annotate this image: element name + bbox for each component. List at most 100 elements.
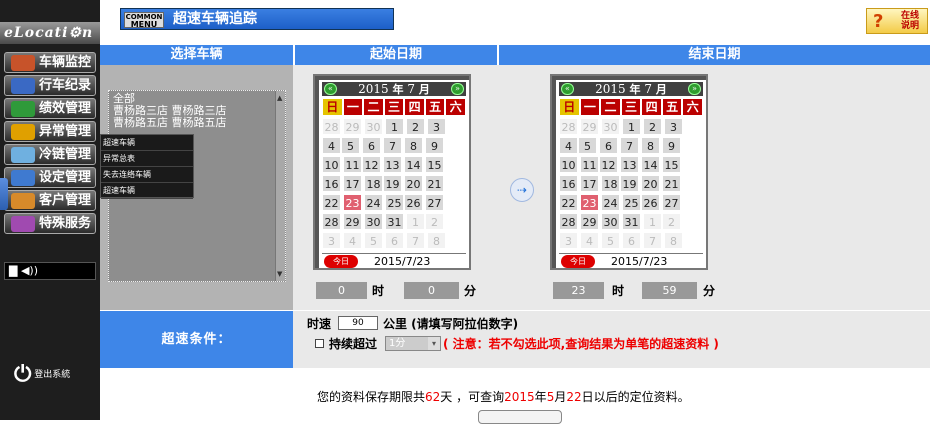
flyout-menu-item[interactable]: 超速车辆 <box>101 135 193 151</box>
calendar-day[interactable]: 25 <box>622 194 641 211</box>
calendar-day[interactable]: 6 <box>385 232 404 249</box>
flyout-menu-item[interactable]: 失去连络车辆 <box>101 167 193 183</box>
calendar-day[interactable]: 16 <box>559 175 578 192</box>
calendar-day[interactable]: 26 <box>641 194 660 211</box>
calendar-day[interactable]: 12 <box>599 156 618 173</box>
sidebar-item-4[interactable]: 冷链管理 <box>4 144 96 165</box>
calendar-day[interactable]: 16 <box>322 175 341 192</box>
calendar-day[interactable]: 7 <box>620 137 639 154</box>
end-minute-input[interactable]: 59 <box>642 282 697 299</box>
calendar-day[interactable]: 15 <box>425 156 444 173</box>
next-month-icon[interactable]: » <box>688 83 701 95</box>
calendar-day[interactable]: 13 <box>383 156 402 173</box>
calendar-day[interactable]: 1 <box>622 118 641 135</box>
calendar-day[interactable]: 30 <box>364 213 383 230</box>
calendar-day[interactable]: 29 <box>580 118 599 135</box>
today-button[interactable]: 今日 <box>561 255 595 268</box>
calendar-day[interactable]: 1 <box>385 118 404 135</box>
calendar-day[interactable]: 6 <box>622 232 641 249</box>
calendar-day[interactable]: 10 <box>322 156 341 173</box>
calendar-day[interactable]: 8 <box>404 137 423 154</box>
calendar-day[interactable]: 29 <box>343 118 362 135</box>
sidebar-item-0[interactable]: 车辆监控 <box>4 52 96 73</box>
calendar-day[interactable]: 11 <box>343 156 362 173</box>
calendar-day[interactable]: 3 <box>664 118 683 135</box>
menu-badge[interactable]: COMMON MENU <box>124 12 164 29</box>
calendar-day[interactable]: 26 <box>404 194 423 211</box>
calendar-day[interactable]: 31 <box>622 213 641 230</box>
speed-input[interactable]: 90 <box>338 316 378 330</box>
sidebar-item-1[interactable]: 行车纪录 <box>4 75 96 96</box>
calendar-day[interactable]: 14 <box>641 156 660 173</box>
calendar-day[interactable]: 8 <box>641 137 660 154</box>
calendar-day[interactable]: 29 <box>580 213 599 230</box>
calendar-day[interactable]: 2 <box>662 213 681 230</box>
calendar-day[interactable]: 30 <box>601 118 620 135</box>
calendar-day[interactable]: 4 <box>343 232 362 249</box>
calendar-day[interactable]: 29 <box>343 213 362 230</box>
logout-button[interactable]: ⏻ 登出系統 <box>14 362 96 387</box>
calendar-day[interactable]: 8 <box>664 232 683 249</box>
sidebar-item-7[interactable]: 特殊服务 <box>4 213 96 234</box>
calendar-day[interactable]: 3 <box>427 118 446 135</box>
calendar-day[interactable]: 12 <box>362 156 381 173</box>
calendar-day[interactable]: 5 <box>601 232 620 249</box>
calendar-day[interactable]: 24 <box>601 194 620 211</box>
sidebar-item-3[interactable]: 异常管理 <box>4 121 96 142</box>
continuous-checkbox[interactable] <box>315 339 324 348</box>
end-hour-input[interactable]: 23 <box>553 282 604 299</box>
start-hour-input[interactable]: 0 <box>316 282 367 299</box>
calendar-day[interactable]: 30 <box>364 118 383 135</box>
calendar-day[interactable]: 20 <box>404 175 423 192</box>
calendar-day[interactable]: 2 <box>425 213 444 230</box>
sidebar-item-6[interactable]: 客户管理 <box>4 190 96 211</box>
calendar-day[interactable]: 14 <box>404 156 423 173</box>
calendar-day[interactable]: 17 <box>343 175 362 192</box>
calendar-day[interactable]: 28 <box>322 213 341 230</box>
calendar-day[interactable]: 4 <box>559 137 578 154</box>
calendar-day[interactable]: 18 <box>364 175 383 192</box>
calendar-day[interactable]: 21 <box>662 175 681 192</box>
sidebar-item-2[interactable]: 绩效管理 <box>4 98 96 119</box>
calendar-day[interactable]: 5 <box>578 137 597 154</box>
calendar-day[interactable]: 10 <box>559 156 578 173</box>
calendar-day[interactable]: 11 <box>580 156 599 173</box>
calendar-day[interactable]: 27 <box>425 194 444 211</box>
calendar-day[interactable]: 9 <box>425 137 444 154</box>
calendar-day[interactable]: 9 <box>662 137 681 154</box>
today-button[interactable]: 今日 <box>324 255 358 268</box>
calendar-day[interactable]: 23 <box>580 194 599 211</box>
calendar-day[interactable]: 22 <box>559 194 578 211</box>
calendar-day[interactable]: 20 <box>641 175 660 192</box>
calendar-day[interactable]: 17 <box>580 175 599 192</box>
calendar-day[interactable]: 31 <box>385 213 404 230</box>
sidebar-item-5[interactable]: 设定管理 <box>4 167 96 188</box>
calendar-day[interactable]: 6 <box>362 137 381 154</box>
calendar-day[interactable]: 8 <box>427 232 446 249</box>
calendar-day[interactable]: 24 <box>364 194 383 211</box>
prev-month-icon[interactable]: « <box>324 83 337 95</box>
duration-select[interactable]: 1分 ▾ <box>385 336 441 351</box>
calendar-day[interactable]: 22 <box>322 194 341 211</box>
flyout-menu-item[interactable]: 超速车辆 <box>101 183 193 199</box>
calendar-day[interactable]: 3 <box>322 232 341 249</box>
prev-month-icon[interactable]: « <box>561 83 574 95</box>
calendar-day[interactable]: 23 <box>343 194 362 211</box>
calendar-day[interactable]: 6 <box>599 137 618 154</box>
calendar-day[interactable]: 30 <box>601 213 620 230</box>
calendar-day[interactable]: 27 <box>662 194 681 211</box>
calendar-day[interactable]: 4 <box>322 137 341 154</box>
online-help-button[interactable]: ? 在线 说明 <box>866 8 928 34</box>
calendar-day[interactable]: 15 <box>662 156 681 173</box>
calendar-day[interactable]: 5 <box>341 137 360 154</box>
calendar-day[interactable]: 13 <box>620 156 639 173</box>
listbox-scrollbar[interactable]: ▲ ▼ <box>275 91 285 281</box>
calendar-day[interactable]: 7 <box>383 137 402 154</box>
calendar-day[interactable]: 19 <box>383 175 402 192</box>
start-minute-input[interactable]: 0 <box>404 282 459 299</box>
calendar-day[interactable]: 5 <box>364 232 383 249</box>
calendar-day[interactable]: 18 <box>601 175 620 192</box>
calendar-day[interactable]: 4 <box>580 232 599 249</box>
query-button[interactable] <box>478 410 562 424</box>
calendar-day[interactable]: 2 <box>643 118 662 135</box>
